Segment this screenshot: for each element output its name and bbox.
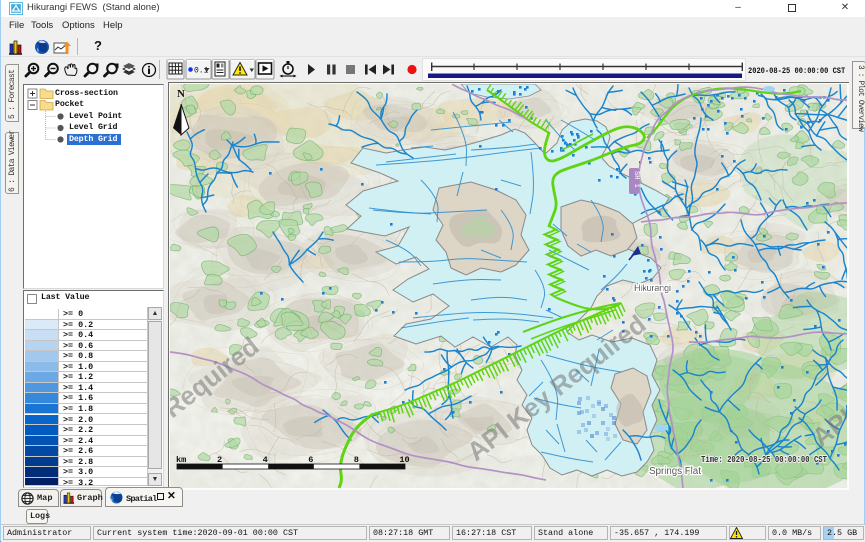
- svg-text:10: 10: [399, 455, 409, 465]
- svg-text:Time: 2020-08-25 00:00:00 CST: Time: 2020-08-25 00:00:00 CST: [701, 454, 827, 465]
- svg-text:2: 2: [217, 455, 222, 465]
- svg-text:N: N: [177, 88, 185, 100]
- svg-text:km: km: [176, 455, 186, 465]
- svg-text:4: 4: [263, 455, 268, 465]
- svg-text:Springs Flat: Springs Flat: [649, 466, 701, 477]
- svg-text:6: 6: [308, 455, 313, 465]
- svg-text:8: 8: [354, 455, 359, 465]
- svg-text:Hikurangi: Hikurangi: [634, 283, 671, 294]
- svg-text:SH 1: SH 1: [632, 171, 640, 188]
